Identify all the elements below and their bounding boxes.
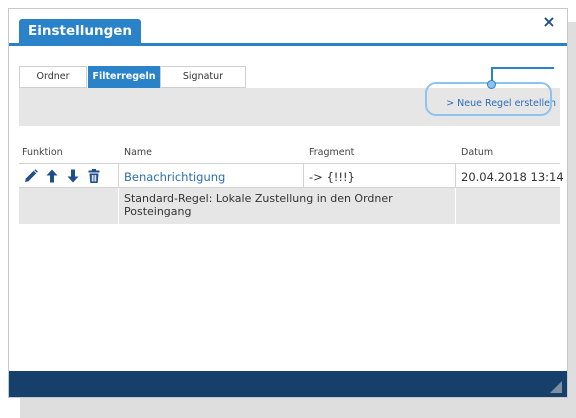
filter-rules-table: Funktion Name Fragment Datum Benachricht…: [19, 143, 564, 224]
trash-icon[interactable]: [86, 168, 102, 184]
rule-fragment: -> {!!!}: [309, 170, 355, 184]
header-name: Name: [124, 147, 153, 158]
dialog-title: Einstellungen: [19, 19, 142, 43]
column-divider: [303, 164, 304, 187]
header-function: Funktion: [22, 147, 63, 158]
callout-connector: [491, 67, 554, 69]
header-fragment: Fragment: [309, 147, 355, 158]
tab-ordner[interactable]: Ordner: [19, 66, 87, 88]
close-button[interactable]: ×: [541, 14, 557, 30]
arrow-down-icon[interactable]: [65, 168, 81, 184]
table-row[interactable]: Benachrichtigung -> {!!!} 20.04.2018 13:…: [19, 164, 564, 188]
rule-description: Standard-Regel: Lokale Zustellung in den…: [124, 192, 393, 218]
edit-icon[interactable]: [23, 168, 39, 184]
table-header: Funktion Name Fragment Datum: [19, 143, 560, 164]
callout-dot: [487, 80, 496, 89]
header-date: Datum: [461, 147, 494, 158]
column-divider: [118, 164, 119, 187]
close-icon: ×: [542, 12, 556, 31]
settings-dialog: Einstellungen × Ordner Filterregeln Sign…: [8, 8, 568, 398]
rule-date: 20.04.2018 13:14: [461, 170, 564, 184]
arrow-up-icon[interactable]: [44, 168, 60, 184]
column-divider: [455, 164, 456, 187]
tab-signatur[interactable]: Signatur: [160, 66, 246, 88]
resize-handle-icon[interactable]: [549, 380, 563, 394]
dialog-titlebar: Einstellungen ×: [9, 9, 567, 46]
rule-name-link[interactable]: Benachrichtigung: [124, 170, 225, 184]
rule-description-row: Standard-Regel: Lokale Zustellung in den…: [19, 188, 560, 224]
title-underline: [9, 43, 567, 46]
tab-filterregeln[interactable]: Filterregeln: [88, 66, 160, 88]
column-divider: [118, 188, 119, 224]
dialog-footer: [9, 371, 567, 397]
